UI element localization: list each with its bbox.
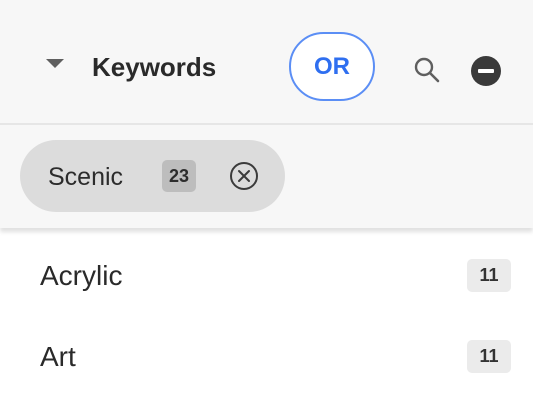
caret-down-icon[interactable] <box>46 59 64 68</box>
panel-title: Keywords <box>92 52 217 82</box>
search-icon[interactable] <box>413 56 441 84</box>
active-filter-bar: Scenic 23 <box>0 125 533 228</box>
chip-count-badge: 23 <box>162 160 197 192</box>
list-item-count: 11 <box>467 259 511 292</box>
list-item[interactable]: Acrylic 11 <box>0 237 533 317</box>
close-circle-icon[interactable] <box>228 160 260 192</box>
list-item-label: Art <box>40 341 76 372</box>
list-item-count: 11 <box>467 340 511 373</box>
filter-chip-scenic[interactable]: Scenic 23 <box>20 140 285 212</box>
list-item[interactable]: Art 11 <box>0 318 533 398</box>
list-item-label: Acrylic <box>40 260 123 291</box>
chip-label: Scenic <box>48 163 124 191</box>
keywords-panel-header: Keywords OR <box>0 0 533 125</box>
minus-circle-icon[interactable] <box>470 55 502 87</box>
or-toggle-button[interactable]: OR <box>289 32 375 101</box>
